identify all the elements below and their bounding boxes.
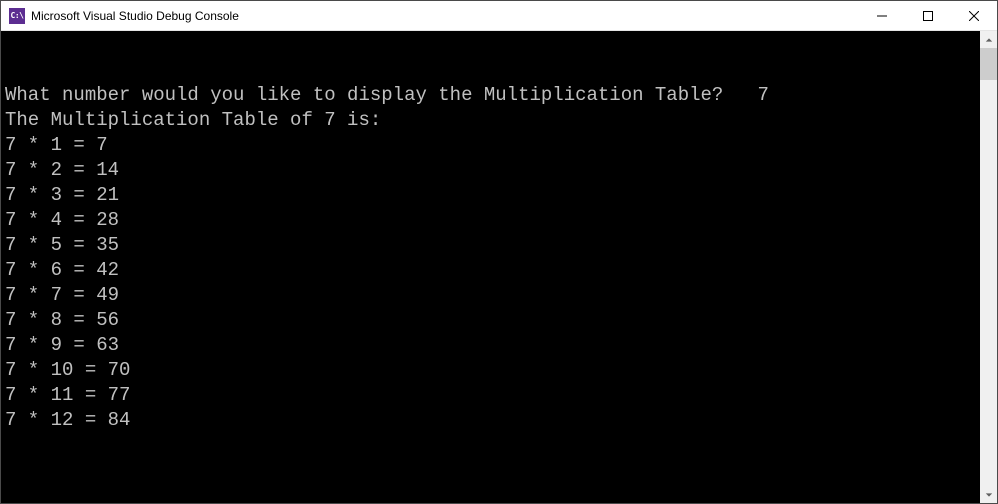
table-row: 7 * 12 = 84: [5, 408, 980, 433]
table-row: 7 * 6 = 42: [5, 258, 980, 283]
minimize-button[interactable]: [859, 1, 905, 30]
window-title: Microsoft Visual Studio Debug Console: [31, 9, 859, 23]
window-controls: [859, 1, 997, 30]
table-row: 7 * 8 = 56: [5, 308, 980, 333]
app-icon: C:\: [9, 8, 25, 24]
minimize-icon: [877, 11, 887, 21]
maximize-icon: [923, 11, 933, 21]
table-row: 7 * 1 = 7: [5, 133, 980, 158]
table-row: 7 * 9 = 63: [5, 333, 980, 358]
table-row: 7 * 3 = 21: [5, 183, 980, 208]
table-row: 7 * 11 = 77: [5, 383, 980, 408]
close-button[interactable]: [951, 1, 997, 30]
chevron-up-icon: [985, 36, 993, 44]
console-area: What number would you like to display th…: [1, 31, 997, 503]
table-row: 7 * 4 = 28: [5, 208, 980, 233]
titlebar[interactable]: C:\ Microsoft Visual Studio Debug Consol…: [1, 1, 997, 31]
vertical-scrollbar[interactable]: [980, 31, 997, 503]
scroll-up-button[interactable]: [980, 31, 997, 48]
chevron-down-icon: [985, 491, 993, 499]
table-row: 7 * 7 = 49: [5, 283, 980, 308]
console-output[interactable]: What number would you like to display th…: [1, 31, 980, 503]
console-prompt-line: What number would you like to display th…: [5, 83, 980, 108]
table-row: 7 * 5 = 35: [5, 233, 980, 258]
scroll-thumb[interactable]: [980, 48, 997, 80]
table-row: 7 * 2 = 14: [5, 158, 980, 183]
close-icon: [969, 11, 979, 21]
console-header-line: The Multiplication Table of 7 is:: [5, 108, 980, 133]
scroll-down-button[interactable]: [980, 486, 997, 503]
maximize-button[interactable]: [905, 1, 951, 30]
table-row: 7 * 10 = 70: [5, 358, 980, 383]
